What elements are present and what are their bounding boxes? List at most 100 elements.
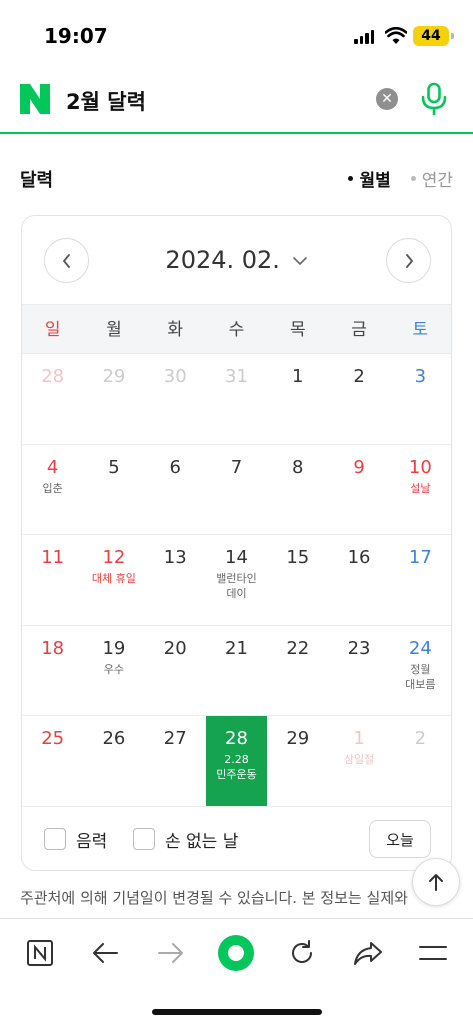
day-number: 14 (225, 547, 248, 569)
next-month-button[interactable] (386, 238, 431, 283)
day-number: 29 (286, 728, 310, 750)
tab-label: 월별 (359, 171, 391, 191)
menu-button[interactable] (413, 933, 453, 973)
calendar-day[interactable]: 29 (83, 354, 144, 444)
calendar-day[interactable]: 29 (267, 716, 328, 806)
day-number: 27 (163, 728, 187, 750)
calendar-day[interactable]: 14 밸런타인 데이 (206, 535, 267, 625)
status-time: 19:07 (44, 24, 108, 48)
share-button[interactable] (348, 933, 388, 973)
clear-search-button[interactable]: ✕ (376, 88, 398, 110)
lunar-checkbox[interactable]: 음력 (44, 827, 107, 852)
chevron-down-icon (292, 257, 307, 266)
back-button[interactable] (85, 933, 125, 973)
naver-home-icon (27, 940, 53, 966)
weekday-label: 토 (412, 320, 429, 340)
calendar-day[interactable]: 23 (328, 626, 389, 716)
weekday-label: 목 (289, 320, 306, 340)
calendar-day[interactable]: 15 (267, 535, 328, 625)
calendar-day[interactable]: 1 (267, 354, 328, 444)
today-button[interactable]: 오늘 (369, 819, 431, 858)
day-number: 15 (286, 547, 310, 569)
weekday-label: 금 (351, 320, 367, 340)
calendar-day[interactable]: 28 (22, 354, 83, 444)
calendar-day[interactable]: 7 (206, 445, 267, 535)
calendar-day[interactable]: 11 (22, 535, 83, 625)
day-number: 30 (163, 366, 187, 387)
day-number: 2 (414, 728, 427, 750)
calendar-day[interactable]: 18 (22, 626, 83, 716)
day-number: 20 (163, 637, 187, 659)
calendar-day[interactable]: 16 (328, 535, 389, 625)
day-number: 11 (41, 547, 65, 569)
arrow-up-icon (429, 874, 443, 891)
day-number: 2 (353, 366, 365, 387)
bullet-icon (410, 176, 416, 181)
calendar-day[interactable]: 8 (267, 445, 328, 535)
calendar-day[interactable]: 19 우수 (83, 626, 144, 716)
day-number: 7 (230, 456, 243, 478)
search-input[interactable]: 2월 달력 (66, 86, 146, 116)
calendar-day[interactable]: 10 설날 (390, 445, 451, 535)
calendar-day[interactable]: 31 (206, 354, 267, 444)
calendar-day[interactable]: 26 (83, 716, 144, 806)
cellular-signal-icon (354, 30, 374, 44)
calendar-day[interactable]: 4 입춘 (22, 445, 83, 535)
calendar-day[interactable]: 27 (145, 716, 206, 806)
calendar-day[interactable]: 21 (206, 626, 267, 716)
calendar-week-row: 11 12 대체 휴일 13 14 밸런타인 데이 15 16 17 (22, 535, 451, 626)
day-number: 21 (225, 637, 248, 659)
month-label: 2024. 02. (165, 246, 280, 274)
day-number: 9 (353, 456, 365, 478)
notice-text: 주관처에 의해 기념일이 변경될 수 있습니다. 본 정보는 실제와 (20, 889, 408, 907)
day-number: 26 (102, 728, 126, 750)
calendar-day-today[interactable]: 28 2.28 민주운동 (205, 716, 268, 806)
forward-button[interactable] (151, 933, 191, 973)
calendar-day[interactable]: 1 삼일절 (328, 716, 389, 806)
calendar-day[interactable]: 30 (145, 354, 206, 444)
calendar-day[interactable]: 2 (328, 354, 389, 444)
no-holiday-checkbox[interactable]: 손 없는 날 (133, 827, 238, 852)
green-dot-button[interactable] (216, 933, 256, 973)
day-event-label: 우수 (103, 662, 125, 676)
tab-monthly[interactable]: 월별 (348, 166, 391, 191)
tab-yearly[interactable]: 연간 (410, 166, 453, 191)
calendar-day[interactable]: 9 (328, 445, 389, 535)
day-number: 22 (286, 637, 310, 659)
reload-button[interactable] (282, 933, 322, 973)
calendar-card: 2024. 02. 일 월 화 수 목 금 토 28 29 30 31 1 2 3 4 입춘 5 6… (21, 215, 452, 871)
calendar-day[interactable]: 25 (22, 716, 83, 806)
calendar-day[interactable]: 20 (145, 626, 206, 716)
naver-home-button[interactable] (20, 933, 60, 973)
calendar-week-row: 4 입춘 5 6 7 8 9 10 설날 (22, 445, 451, 536)
microphone-icon[interactable] (420, 82, 448, 116)
calendar-day[interactable]: 17 (390, 535, 451, 625)
day-number: 18 (41, 637, 65, 659)
day-number: 6 (169, 456, 181, 478)
day-number: 13 (163, 547, 187, 569)
no-holiday-label: 손 없는 날 (165, 831, 239, 852)
bottom-toolbar (0, 918, 473, 1024)
status-bar: 19:07 44 (0, 0, 473, 72)
calendar-week-row: 18 19 우수 20 21 22 23 24 정월 대보름 (22, 626, 451, 717)
calendar-day[interactable]: 6 (145, 445, 206, 535)
checkbox-icon (133, 828, 155, 851)
calendar-day[interactable]: 24 정월 대보름 (390, 626, 451, 716)
day-event-label: 밸런타인 데이 (216, 572, 257, 601)
day-number: 28 (41, 366, 65, 387)
day-number: 19 (102, 637, 126, 659)
checkbox-icon (44, 828, 66, 851)
calendar-day[interactable]: 5 (83, 445, 144, 535)
calendar-day[interactable]: 3 (390, 354, 451, 444)
calendar-day[interactable]: 12 대체 휴일 (83, 535, 144, 625)
day-number: 3 (414, 366, 427, 387)
calendar-day[interactable]: 22 (267, 626, 328, 716)
day-number: 28 (225, 728, 248, 750)
battery-level: 44 (421, 28, 441, 44)
close-icon: ✕ (381, 91, 393, 107)
scroll-to-top-button[interactable] (412, 858, 460, 906)
naver-logo-icon[interactable] (20, 84, 50, 114)
day-number: 24 (408, 637, 432, 659)
calendar-day[interactable]: 2 (390, 716, 451, 806)
calendar-day[interactable]: 13 (145, 535, 206, 625)
